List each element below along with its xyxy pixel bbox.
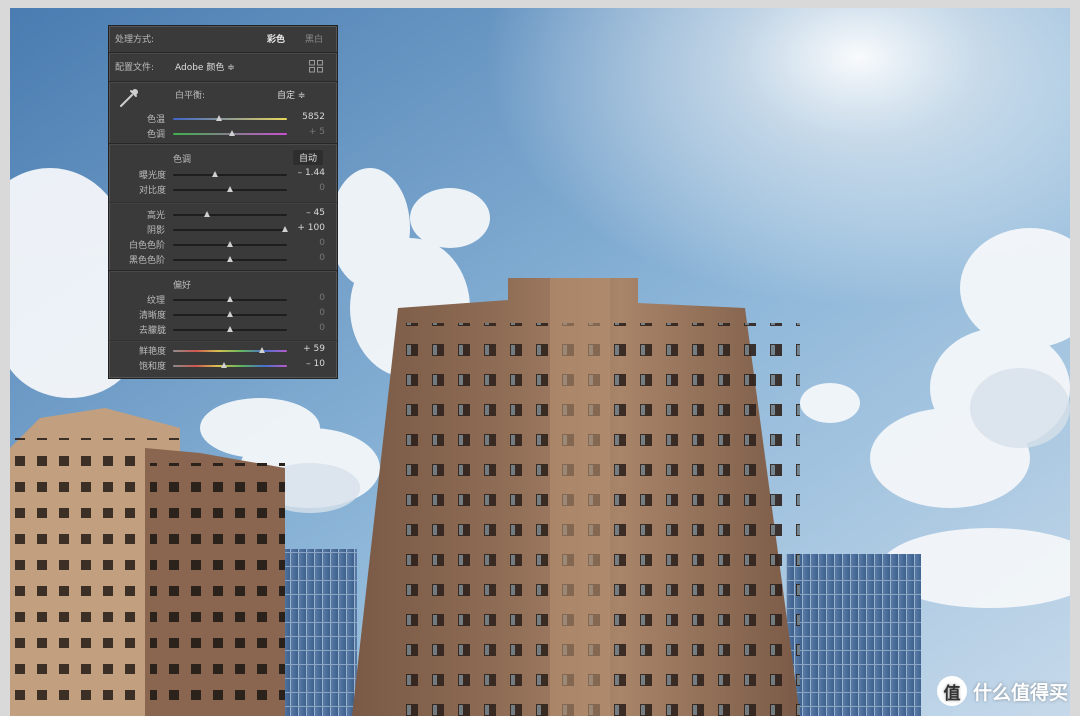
- profile-select[interactable]: Adobe 颜色 ≑: [175, 60, 235, 73]
- treatment-bw-option[interactable]: 黑白: [305, 32, 323, 45]
- presence-section-title: 偏好: [173, 281, 192, 291]
- highlights-value[interactable]: – 45: [306, 208, 325, 218]
- shadows-value[interactable]: + 100: [297, 223, 325, 233]
- texture-value[interactable]: 0: [319, 293, 325, 303]
- profile-label: 配置文件:: [115, 63, 155, 73]
- dehaze-label: 去朦胧: [139, 326, 167, 336]
- treatment-color-option[interactable]: 彩色: [267, 32, 285, 45]
- whites-slider[interactable]: [173, 241, 287, 247]
- texture-label: 纹理: [147, 296, 166, 306]
- vibrance-label: 鲜艳度: [139, 347, 167, 357]
- texture-slider[interactable]: [173, 296, 287, 302]
- dehaze-slider[interactable]: [173, 326, 287, 332]
- watermark: 值 什么值得买: [936, 676, 1068, 706]
- contrast-slider[interactable]: [173, 186, 287, 192]
- contrast-value[interactable]: 0: [319, 183, 325, 193]
- temp-label: 色温: [147, 115, 166, 125]
- exposure-value[interactable]: – 1.44: [298, 168, 325, 178]
- tint-slider[interactable]: [173, 130, 287, 136]
- highlights-label: 高光: [147, 211, 166, 221]
- exposure-label: 曝光度: [139, 171, 167, 181]
- vibrance-value[interactable]: + 59: [303, 344, 325, 354]
- saturation-label: 饱和度: [139, 362, 167, 372]
- basic-panel: 处理方式: 彩色 黑白 配置文件: Adobe 颜色 ≑ 白平衡: 自定 ≑ 色…: [108, 25, 338, 379]
- highlights-slider[interactable]: [173, 211, 287, 217]
- saturation-slider[interactable]: [173, 362, 287, 368]
- blacks-label: 黑色色阶: [129, 256, 166, 266]
- shadows-label: 阴影: [147, 226, 166, 236]
- exposure-slider[interactable]: [173, 171, 287, 177]
- clarity-value[interactable]: 0: [319, 308, 325, 318]
- auto-tone-button[interactable]: 自动: [293, 150, 324, 165]
- temp-slider[interactable]: [173, 115, 287, 121]
- whites-value[interactable]: 0: [319, 238, 325, 248]
- clarity-label: 清晰度: [139, 311, 167, 321]
- tint-value[interactable]: + 5: [309, 127, 325, 137]
- vibrance-slider[interactable]: [173, 347, 287, 353]
- profile-row: 配置文件: Adobe 颜色 ≑: [109, 60, 337, 76]
- wb-select[interactable]: 自定 ≑: [277, 88, 305, 101]
- dehaze-value[interactable]: 0: [319, 323, 325, 333]
- saturation-value[interactable]: – 10: [306, 359, 325, 369]
- wb-label: 白平衡:: [175, 91, 206, 101]
- blacks-slider[interactable]: [173, 256, 287, 262]
- treatment-label: 处理方式:: [115, 35, 155, 45]
- treatment-row: 处理方式: 彩色 黑白: [109, 32, 337, 46]
- eyedropper-icon[interactable]: [117, 86, 141, 110]
- blacks-value[interactable]: 0: [319, 253, 325, 263]
- contrast-label: 对比度: [139, 186, 167, 196]
- tone-section-title: 色调: [173, 155, 192, 165]
- smzdm-logo-icon: 值: [936, 676, 967, 706]
- profile-browser-grid-icon[interactable]: [309, 60, 323, 73]
- temp-value[interactable]: 5852: [302, 112, 325, 122]
- watermark-text: 什么值得买: [972, 681, 1068, 704]
- whites-label: 白色色阶: [129, 241, 166, 251]
- clarity-slider[interactable]: [173, 311, 287, 317]
- shadows-slider[interactable]: [173, 226, 288, 232]
- tint-label: 色调: [147, 130, 166, 140]
